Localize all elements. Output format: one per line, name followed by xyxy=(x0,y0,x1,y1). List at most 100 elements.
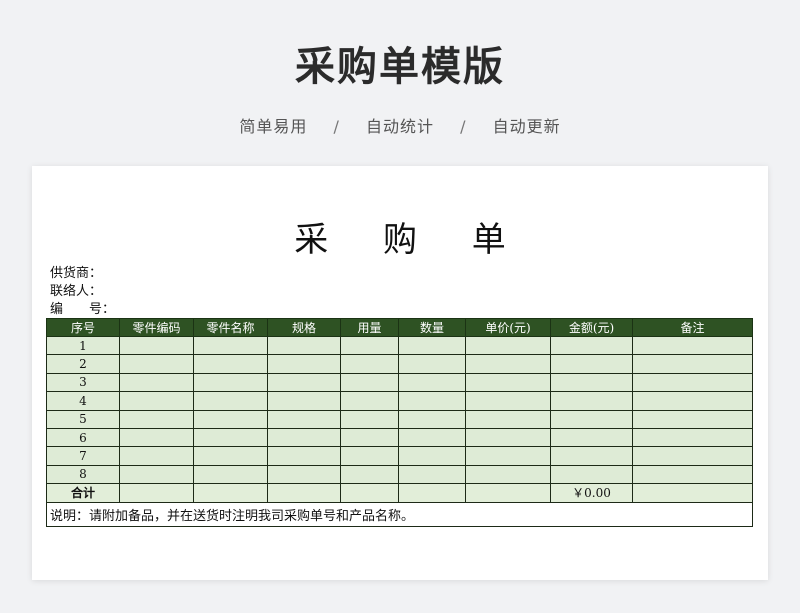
table-cell[interactable] xyxy=(267,464,341,485)
table-cell[interactable] xyxy=(550,391,633,411)
table-cell[interactable] xyxy=(550,446,633,466)
purchase-order-table: 序号 零件编码 零件名称 规格 用量 数量 单价(元) 金额(元) 备注 123… xyxy=(46,318,753,527)
row-number: 8 xyxy=(46,464,120,485)
table-cell[interactable] xyxy=(340,372,399,393)
feature-subtitle: 简单易用 / 自动统计 / 自动更新 xyxy=(0,113,800,137)
row-number: 7 xyxy=(46,446,120,466)
table-cell[interactable] xyxy=(550,464,633,485)
column-header: 零件名称 xyxy=(193,318,268,337)
table-cell[interactable] xyxy=(193,335,268,356)
column-header: 单价(元) xyxy=(465,318,551,337)
table-cell[interactable] xyxy=(119,483,194,503)
table-cell[interactable] xyxy=(119,427,194,448)
table-cell[interactable] xyxy=(193,427,268,448)
table-cell[interactable] xyxy=(465,409,551,429)
table-cell[interactable] xyxy=(398,391,466,411)
table-cell[interactable] xyxy=(632,391,753,411)
table-cell[interactable] xyxy=(193,372,268,393)
table-row: 4 xyxy=(46,391,753,411)
table-cell[interactable] xyxy=(340,464,399,485)
table-cell[interactable] xyxy=(193,391,268,411)
row-number: 4 xyxy=(46,391,120,411)
table-cell[interactable] xyxy=(267,354,341,374)
table-cell[interactable] xyxy=(119,464,194,485)
table-cell[interactable] xyxy=(465,372,551,393)
table-row: 6 xyxy=(46,427,753,448)
table-header-row: 序号 零件编码 零件名称 规格 用量 数量 单价(元) 金额(元) 备注 xyxy=(46,318,753,337)
table-cell[interactable] xyxy=(119,372,194,393)
order-note: 说明：请附加备品，并在送货时注明我司采购单号和产品名称。 xyxy=(46,501,753,527)
table-cell[interactable] xyxy=(340,446,399,466)
table-cell[interactable] xyxy=(119,446,194,466)
table-cell[interactable] xyxy=(550,372,633,393)
table-cell[interactable] xyxy=(119,335,194,356)
column-header: 数量 xyxy=(398,318,466,337)
table-cell[interactable] xyxy=(340,354,399,374)
row-number: 6 xyxy=(46,427,120,448)
table-cell[interactable] xyxy=(340,391,399,411)
table-cell[interactable] xyxy=(398,464,466,485)
supplier-label: 供货商： xyxy=(50,266,103,281)
table-cell[interactable] xyxy=(398,372,466,393)
row-number: 3 xyxy=(46,372,120,393)
table-cell[interactable] xyxy=(632,409,753,429)
table-cell[interactable] xyxy=(340,427,399,448)
table-cell[interactable] xyxy=(550,409,633,429)
table-cell[interactable] xyxy=(267,483,341,503)
table-cell[interactable] xyxy=(398,427,466,448)
table-cell[interactable] xyxy=(465,464,551,485)
table-cell[interactable] xyxy=(398,354,466,374)
table-cell[interactable] xyxy=(550,354,633,374)
table-cell[interactable] xyxy=(119,354,194,374)
column-header: 序号 xyxy=(46,318,120,337)
table-cell[interactable] xyxy=(267,409,341,429)
table-cell[interactable] xyxy=(267,372,341,393)
table-cell[interactable] xyxy=(193,446,268,466)
feature-easy: 简单易用 xyxy=(239,117,308,136)
table-cell[interactable] xyxy=(632,335,753,356)
table-cell[interactable] xyxy=(550,335,633,356)
row-number: 5 xyxy=(46,409,120,429)
table-cell[interactable] xyxy=(465,483,551,503)
table-cell[interactable] xyxy=(119,409,194,429)
table-cell[interactable] xyxy=(267,446,341,466)
table-cell[interactable] xyxy=(632,427,753,448)
total-label: 合计 xyxy=(46,483,120,503)
table-cell[interactable] xyxy=(465,354,551,374)
table-cell[interactable] xyxy=(632,372,753,393)
table-cell[interactable] xyxy=(193,354,268,374)
row-number: 2 xyxy=(46,354,120,374)
table-cell[interactable] xyxy=(465,391,551,411)
page-title: 采购单模版 xyxy=(295,44,505,90)
table-cell[interactable] xyxy=(465,335,551,356)
column-header: 用量 xyxy=(340,318,399,337)
table-cell[interactable] xyxy=(119,391,194,411)
table-cell[interactable] xyxy=(632,464,753,485)
table-cell[interactable] xyxy=(550,427,633,448)
table-cell[interactable] xyxy=(632,354,753,374)
feature-separator: / xyxy=(333,117,340,136)
table-cell[interactable] xyxy=(398,409,466,429)
table-cell[interactable] xyxy=(193,409,268,429)
table-cell[interactable] xyxy=(193,483,268,503)
table-cell[interactable] xyxy=(267,335,341,356)
table-row: 5 xyxy=(46,409,753,429)
table-cell[interactable] xyxy=(340,483,399,503)
table-cell[interactable] xyxy=(193,464,268,485)
table-cell[interactable] xyxy=(267,427,341,448)
table-cell[interactable] xyxy=(632,483,753,503)
table-row: 1 xyxy=(46,335,753,356)
table-cell[interactable] xyxy=(398,446,466,466)
table-cell[interactable] xyxy=(465,427,551,448)
table-cell[interactable] xyxy=(340,409,399,429)
table-cell[interactable] xyxy=(398,483,466,503)
contact-label: 联络人： xyxy=(50,284,103,299)
table-cell[interactable] xyxy=(267,391,341,411)
table-cell[interactable] xyxy=(632,446,753,466)
total-row: 合计 ￥0.00 xyxy=(46,483,753,503)
table-cell[interactable] xyxy=(398,335,466,356)
table-row: 3 xyxy=(46,372,753,393)
note-row: 说明：请附加备品，并在送货时注明我司采购单号和产品名称。 xyxy=(46,501,753,527)
table-cell[interactable] xyxy=(465,446,551,466)
table-cell[interactable] xyxy=(340,335,399,356)
